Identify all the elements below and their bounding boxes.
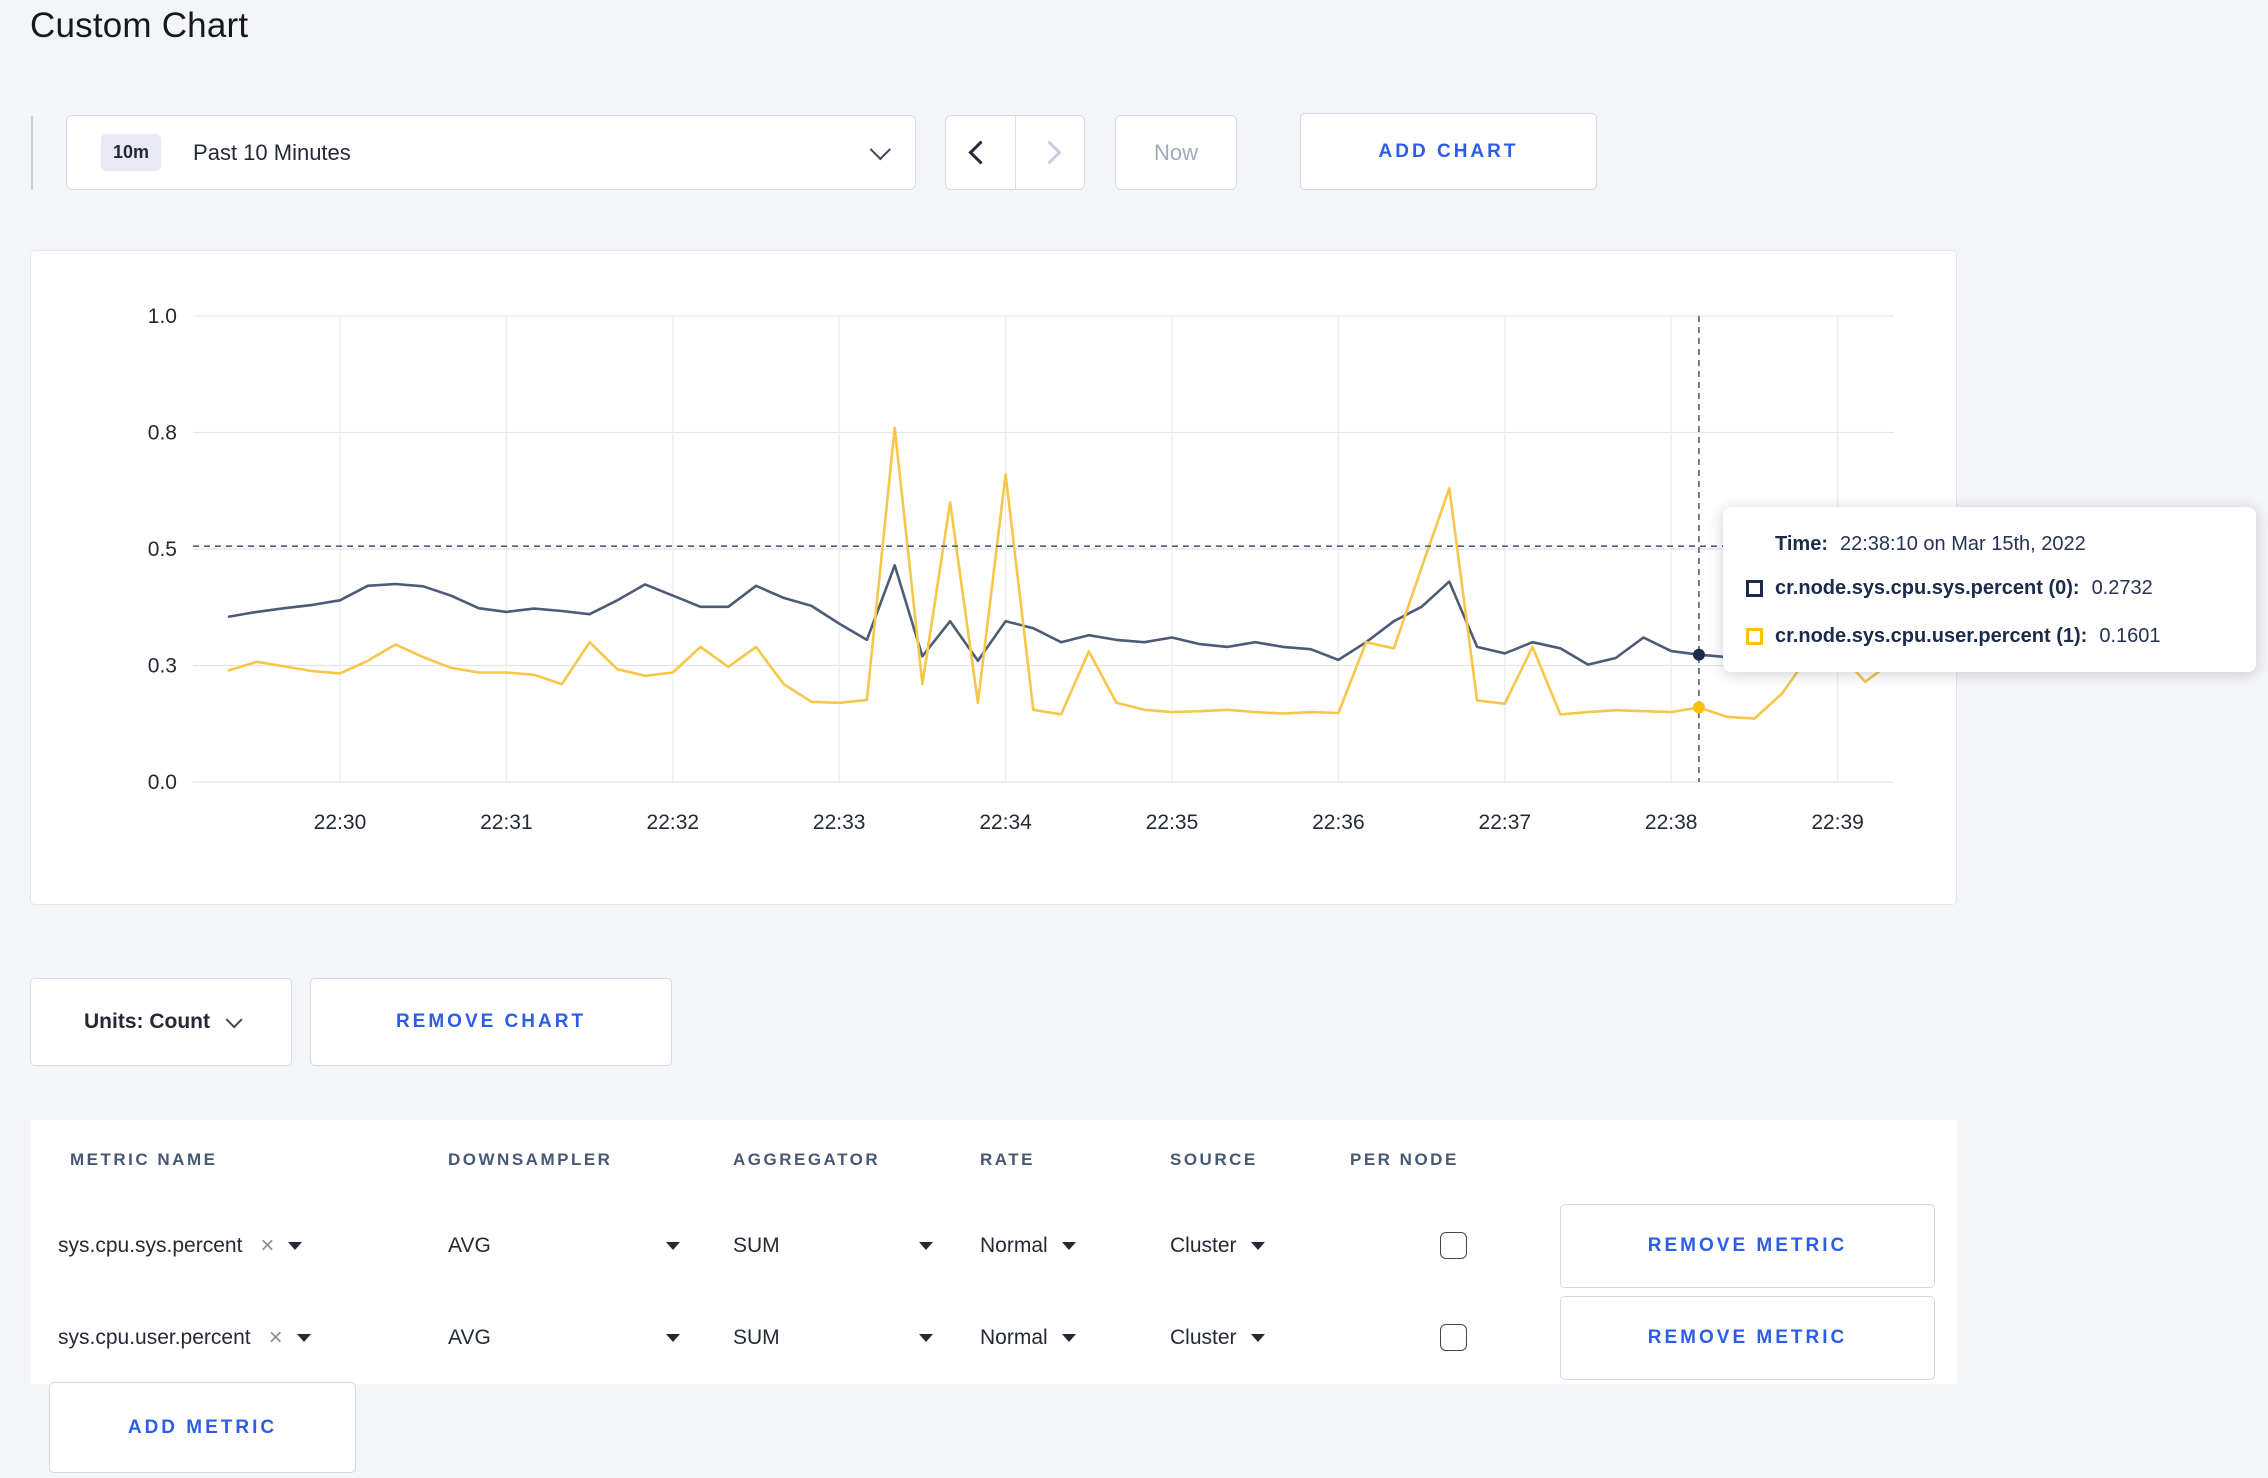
caret-down-icon	[1061, 1242, 1076, 1250]
add-chart-button[interactable]: ADD CHART	[1300, 113, 1597, 190]
timescale-select[interactable]: 10m Past 10 Minutes	[66, 115, 916, 190]
clear-icon[interactable]: ×	[260, 1234, 274, 1258]
svg-text:22:30: 22:30	[314, 811, 367, 834]
tooltip-time-row: Time: 22:38:10 on Mar 15th, 2022	[1775, 524, 2236, 564]
svg-text:0.0: 0.0	[148, 771, 177, 794]
tooltip-series-value: 0.1601	[2099, 624, 2161, 647]
downsampler-select[interactable]: AVG	[448, 1292, 680, 1384]
column-header-aggregator: AGGREGATOR	[733, 1150, 881, 1169]
timescale-label: Past 10 Minutes	[193, 139, 351, 165]
sys-series-swatch-icon	[1746, 579, 1763, 597]
column-header-metric-name: METRIC NAME	[70, 1150, 218, 1169]
downsampler-select[interactable]: AVG	[448, 1200, 680, 1292]
metrics-table: METRIC NAME DOWNSAMPLER AGGREGATOR RATE …	[30, 1120, 1957, 1384]
rate-value: Normal	[980, 1234, 1048, 1257]
svg-text:22:35: 22:35	[1146, 811, 1199, 834]
source-value: Cluster	[1170, 1326, 1237, 1349]
chevron-left-icon	[968, 140, 993, 165]
svg-text:0.5: 0.5	[148, 538, 177, 561]
units-select[interactable]: Units: Count	[30, 978, 292, 1066]
downsampler-value: AVG	[448, 1234, 491, 1257]
svg-text:1.0: 1.0	[148, 305, 177, 328]
caret-down-icon	[666, 1334, 680, 1342]
caret-down-icon	[296, 1334, 311, 1342]
caret-down-icon	[288, 1242, 303, 1250]
metric-name-value: sys.cpu.sys.percent	[58, 1234, 243, 1257]
chevron-down-icon	[225, 1011, 243, 1029]
clear-icon[interactable]: ×	[269, 1326, 283, 1350]
caret-down-icon	[919, 1334, 933, 1342]
timescale-badge: 10m	[101, 134, 162, 171]
svg-text:22:39: 22:39	[1811, 811, 1864, 834]
per-node-checkbox[interactable]	[1440, 1232, 1467, 1259]
caret-down-icon	[919, 1242, 933, 1250]
chart-card: 0.0 0.3 0.5 0.8 1.0 22:30 22:31 22:32 22:33 22:34…	[30, 250, 1957, 905]
tooltip-series-label: cr.node.sys.cpu.user.percent (1):	[1775, 624, 2088, 647]
metric-name-value: sys.cpu.user.percent	[58, 1326, 251, 1349]
tooltip-series-row: cr.node.sys.cpu.user.percent (1): 0.1601	[1746, 612, 2236, 660]
rate-select[interactable]: Normal	[980, 1200, 1120, 1292]
user-series-swatch-icon	[1746, 627, 1763, 645]
aggregator-select[interactable]: SUM	[733, 1200, 933, 1292]
units-label: Units: Count	[84, 1010, 210, 1033]
source-value: Cluster	[1170, 1234, 1237, 1257]
time-step-buttons	[945, 115, 1085, 190]
add-metric-button[interactable]: ADD METRIC	[49, 1382, 356, 1473]
remove-chart-button[interactable]: REMOVE CHART	[310, 978, 672, 1066]
page-title: Custom Chart	[30, 6, 249, 45]
svg-text:0.3: 0.3	[148, 655, 177, 678]
caret-down-icon	[1250, 1242, 1265, 1250]
tooltip-time-value: 22:38:10 on Mar 15th, 2022	[1839, 532, 2086, 555]
column-header-source: SOURCE	[1170, 1150, 1258, 1169]
source-select[interactable]: Cluster	[1170, 1200, 1310, 1292]
aggregator-select[interactable]: SUM	[733, 1292, 933, 1384]
column-header-downsampler: DOWNSAMPLER	[448, 1150, 613, 1169]
svg-text:22:36: 22:36	[1312, 811, 1365, 834]
per-node-checkbox[interactable]	[1440, 1324, 1467, 1351]
step-back-button[interactable]	[946, 116, 1015, 189]
svg-text:22:33: 22:33	[813, 811, 866, 834]
rate-value: Normal	[980, 1326, 1048, 1349]
custom-chart-page: { "page": { "title": "Custom Chart" }, "…	[0, 0, 2268, 1478]
svg-text:22:34: 22:34	[979, 811, 1032, 834]
step-forward-button[interactable]	[1014, 116, 1085, 189]
downsampler-value: AVG	[448, 1326, 491, 1349]
column-header-per-node: PER NODE	[1350, 1150, 1459, 1169]
svg-text:0.8: 0.8	[148, 422, 177, 445]
remove-metric-button[interactable]: REMOVE METRIC	[1560, 1296, 1935, 1380]
caret-down-icon	[666, 1242, 680, 1250]
caret-down-icon	[1250, 1334, 1265, 1342]
source-select[interactable]: Cluster	[1170, 1292, 1310, 1384]
column-header-rate: RATE	[980, 1150, 1036, 1169]
chevron-right-icon	[1037, 140, 1062, 165]
tooltip-series-value: 0.2732	[2091, 576, 2153, 599]
caret-down-icon	[1061, 1334, 1076, 1342]
tooltip-time-label: Time:	[1775, 532, 1828, 555]
rate-select[interactable]: Normal	[980, 1292, 1120, 1384]
chevron-down-icon	[869, 139, 891, 161]
remove-metric-button[interactable]: REMOVE METRIC	[1560, 1204, 1935, 1288]
chart-tooltip: Time: 22:38:10 on Mar 15th, 2022 cr.node…	[1723, 507, 2256, 672]
now-button[interactable]: Now	[1115, 115, 1237, 190]
svg-text:22:31: 22:31	[480, 811, 533, 834]
chart-svg[interactable]: 0.0 0.3 0.5 0.8 1.0 22:30 22:31 22:32 22:33 22:34…	[31, 251, 1956, 904]
table-row: sys.cpu.user.percent × AVG SUM Normal Cl…	[30, 1292, 1957, 1384]
toolbar-left-divider	[31, 116, 33, 190]
table-row: sys.cpu.sys.percent × AVG SUM Normal Clu…	[30, 1200, 1957, 1292]
svg-text:22:32: 22:32	[647, 811, 700, 834]
metric-name-select[interactable]: sys.cpu.user.percent ×	[58, 1292, 408, 1384]
svg-text:22:38: 22:38	[1645, 811, 1698, 834]
tooltip-series-row: cr.node.sys.cpu.sys.percent (0): 0.2732	[1746, 564, 2236, 612]
svg-text:22:37: 22:37	[1479, 811, 1532, 834]
aggregator-value: SUM	[733, 1234, 780, 1257]
tooltip-series-label: cr.node.sys.cpu.sys.percent (0):	[1775, 576, 2080, 599]
metric-name-select[interactable]: sys.cpu.sys.percent ×	[58, 1200, 408, 1292]
aggregator-value: SUM	[733, 1326, 780, 1349]
